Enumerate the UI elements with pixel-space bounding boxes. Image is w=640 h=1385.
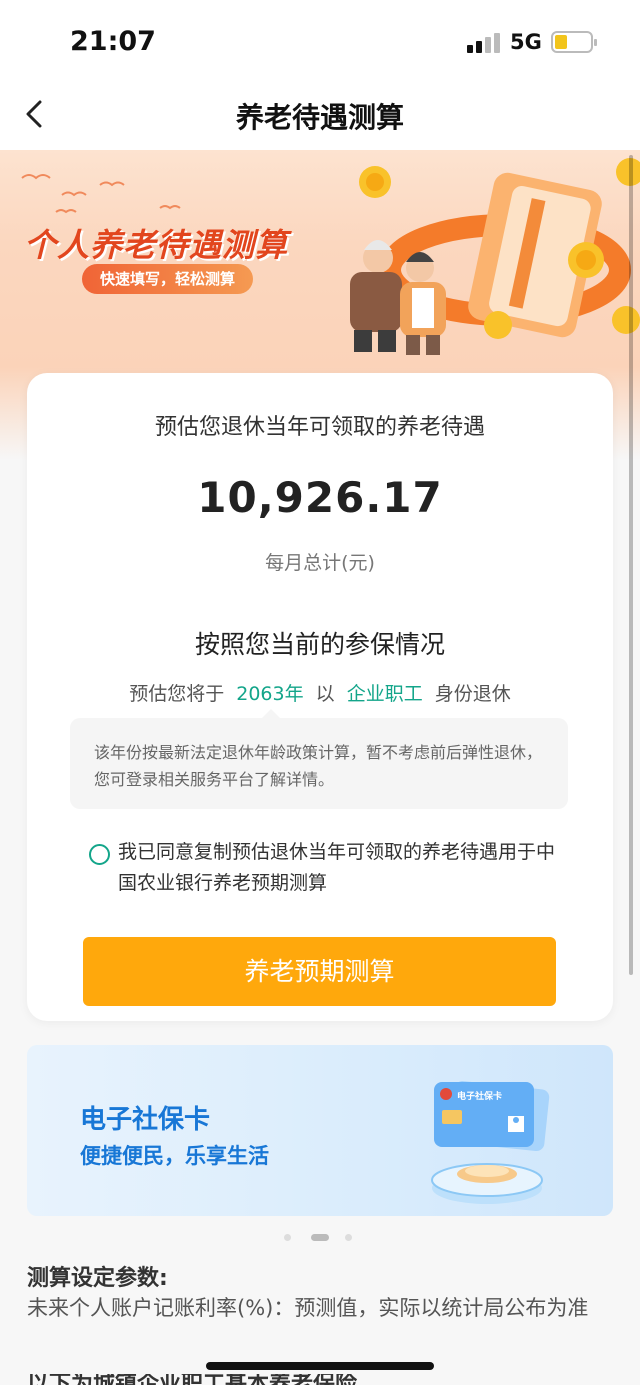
carousel-dot[interactable] [345,1234,352,1241]
back-button[interactable] [18,92,58,136]
params-next-title: 以下为城镇企业职工基本养老保险 [27,1374,357,1385]
home-indicator[interactable] [206,1362,434,1370]
retire-prefix: 预估您将于 [129,683,225,705]
status-bar: 21:07 5G [0,0,640,80]
retirement-info: 预估您将于 2063年 以 企业职工 身份退休 [27,679,613,706]
nav-bar: 养老待遇测算 [0,80,640,150]
params-title: 测算设定参数: [27,1266,168,1291]
social-security-card-banner[interactable]: 电子社保卡 便捷便民，乐享生活 电子社保卡 [27,1045,613,1216]
retire-suffix: 身份退休 [434,683,511,705]
status-time: 21:07 [70,26,156,57]
chevron-left-icon [26,100,42,128]
network-label: 5G [510,30,542,54]
agree-text[interactable]: 我已同意复制预估退休当年可领取的养老待遇用于中国农业银行养老预期测算 [118,837,568,899]
battery-icon [551,31,597,53]
social-security-card-icon: 电子社保卡 [431,1081,550,1204]
insurance-section-title: 按照您当前的参保情况 [194,630,445,659]
signal-icon [467,33,501,53]
banner-title: 个人养老待遇测算 [24,226,289,264]
retire-identity: 企业职工 [346,683,423,705]
carousel-dot-active[interactable] [311,1234,329,1241]
result-subtitle: 预估您退休当年可领取的养老待遇 [154,415,485,440]
amount-unit: 每月总计(元) [265,552,375,574]
pension-forecast-button[interactable]: 养老预期测算 [83,937,556,1006]
result-card: 预估您退休当年可领取的养老待遇 10,926.17 每月总计(元) 按照您当前的… [27,373,613,1021]
ad-subtitle: 便捷便民，乐享生活 [80,1144,269,1168]
retirement-note: 该年份按最新法定退休年龄政策计算，暂不考虑前后弹性退休，您可登录相关服务平台了解… [70,709,568,809]
page-title: 养老待遇测算 [235,101,404,134]
ad-title: 电子社保卡 [80,1105,211,1135]
retire-year: 2063年 [236,683,304,705]
carousel-indicator[interactable] [284,1233,356,1241]
elderly-couple-illustration [350,158,640,355]
scrollbar[interactable] [629,155,633,975]
params-text: 未来个人账户记账利率(%)：预测值，实际以统计局公布为准 [27,1296,589,1320]
retire-middle: 以 [315,683,335,705]
agree-radio[interactable] [89,844,110,865]
card-label: 电子社保卡 [457,1090,502,1102]
banner-tagline: 快速填写，轻松测算 [82,264,254,294]
pension-amount: 10,926.17 [197,473,443,522]
carousel-dot[interactable] [284,1234,291,1241]
